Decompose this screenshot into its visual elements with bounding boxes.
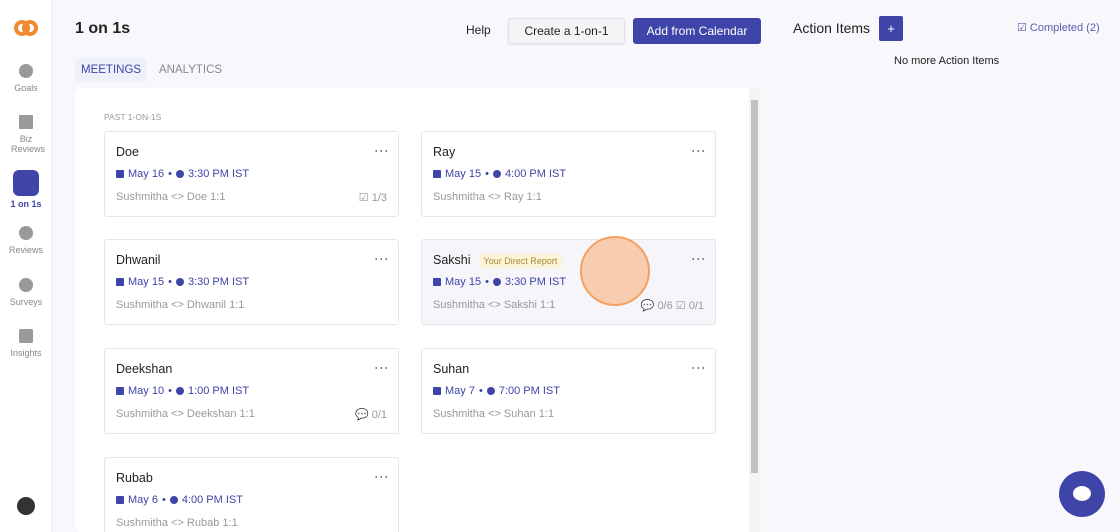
page-title: 1 on 1s xyxy=(75,20,131,37)
meeting-card[interactable]: Suhan ⋮ May 7 • 7:00 PM IST Sushmitha <> S… xyxy=(421,348,716,434)
calendar-icon xyxy=(116,278,124,286)
more-options-icon[interactable]: ⋮ xyxy=(691,144,707,158)
presentation-icon xyxy=(19,115,33,129)
scrollbar-thumb[interactable] xyxy=(751,100,758,473)
meeting-card[interactable]: Ray ⋮ May 15 • 4:00 PM IST Sushmitha <> Ra… xyxy=(421,131,716,217)
meeting-subtitle: Sushmitha <> Deekshan 1:1 xyxy=(116,408,255,420)
more-options-icon[interactable]: ⋮ xyxy=(374,144,390,158)
chat-widget-button[interactable] xyxy=(1059,471,1105,517)
sidebar: Goals Biz Reviews 1 on 1s Reviews Survey… xyxy=(0,0,52,532)
sidebar-item-insights[interactable]: Insights xyxy=(0,329,52,358)
meeting-datetime: May 15 • 4:00 PM IST xyxy=(433,168,566,180)
more-options-icon[interactable]: ⋮ xyxy=(374,470,390,484)
clock-icon xyxy=(492,170,501,178)
completed-link[interactable]: ☑ Completed (2) xyxy=(1017,21,1100,34)
create-1on1-button[interactable]: Create a 1-on-1 xyxy=(508,18,625,44)
sidebar-item-biz-reviews[interactable]: Biz Reviews xyxy=(0,115,52,154)
chat-bubbles-icon xyxy=(13,170,39,196)
direct-report-badge: Your Direct Report xyxy=(478,253,563,268)
bar-chart-icon xyxy=(19,329,33,343)
meeting-datetime: May 16 • 3:30 PM IST xyxy=(116,168,249,180)
meeting-datetime: May 6 • 4:00 PM IST xyxy=(116,494,243,506)
sidebar-item-reviews[interactable]: Reviews xyxy=(0,226,52,255)
meeting-name: Suhan xyxy=(433,362,470,376)
meeting-name: Sakshi Your Direct Report xyxy=(433,253,563,268)
meeting-card[interactable]: Deekshan ⋮ May 10 • 1:00 PM IST Sushmitha … xyxy=(104,348,399,434)
calendar-icon xyxy=(433,278,441,286)
help-link[interactable]: Help xyxy=(466,23,491,37)
scrollbar[interactable] xyxy=(749,88,760,532)
tab-analytics[interactable]: ANALYTICS xyxy=(153,58,228,82)
add-action-item-button[interactable]: + xyxy=(879,16,903,41)
meeting-counts: ☑ 1/3 xyxy=(358,192,387,204)
sidebar-item-surveys[interactable]: Surveys xyxy=(0,278,52,307)
meeting-name: Deekshan xyxy=(116,362,173,376)
meeting-card[interactable]: Rubab ⋮ May 6 • 4:00 PM IST Sushmitha <> R… xyxy=(104,457,399,532)
touch-indicator xyxy=(580,236,650,306)
section-label: PAST 1-ON-1S xyxy=(104,112,162,122)
tab-meetings[interactable]: MEETINGS xyxy=(75,58,148,82)
meeting-subtitle: Sushmitha <> Ray 1:1 xyxy=(433,191,542,203)
chat-icon xyxy=(1073,486,1091,501)
survey-bubble-icon xyxy=(19,278,33,292)
action-items-title: Action Items xyxy=(793,20,871,36)
meetings-panel: PAST 1-ON-1S Doe ⋮ May 16 • 3:30 PM IST Su… xyxy=(75,88,760,532)
meeting-subtitle: Sushmitha <> Suhan 1:1 xyxy=(433,408,555,420)
sidebar-item-1on1s[interactable]: 1 on 1s xyxy=(0,170,52,209)
clock-icon xyxy=(175,278,184,286)
meeting-subtitle: Sushmitha <> Dhwanil 1:1 xyxy=(116,299,245,311)
empty-state: No more Action Items xyxy=(894,55,1000,67)
more-options-icon[interactable]: ⋮ xyxy=(691,361,707,375)
more-options-icon[interactable]: ⋮ xyxy=(374,361,390,375)
clock-icon xyxy=(175,170,184,178)
clock-icon xyxy=(492,278,501,286)
clock-icon xyxy=(169,496,178,504)
clock-icon xyxy=(175,387,184,395)
calendar-icon xyxy=(116,387,124,395)
meeting-datetime: May 15 • 3:30 PM IST xyxy=(433,276,566,288)
calendar-icon xyxy=(116,170,124,178)
meeting-name: Rubab xyxy=(116,471,153,485)
more-options-icon[interactable]: ⋮ xyxy=(691,252,707,266)
meeting-datetime: May 10 • 1:00 PM IST xyxy=(116,385,249,397)
meeting-subtitle: Sushmitha <> Rubab 1:1 xyxy=(116,517,238,529)
meeting-name: Doe xyxy=(116,145,139,159)
sidebar-item-goals[interactable]: Goals xyxy=(0,64,52,93)
clock-icon xyxy=(486,387,495,395)
trophy-icon xyxy=(19,226,33,240)
calendar-icon xyxy=(433,387,441,395)
meeting-counts: 💬 0/1 xyxy=(354,409,387,421)
meeting-subtitle: Sushmitha <> Doe 1:1 xyxy=(116,191,226,203)
meeting-card[interactable]: Sakshi Your Direct Report ⋮ May 15 • 3:30 P… xyxy=(421,239,716,325)
meeting-counts: 💬 0/6 ☑ 0/1 xyxy=(640,300,704,312)
meeting-datetime: May 15 • 3:30 PM IST xyxy=(116,276,249,288)
add-from-calendar-button[interactable]: Add from Calendar xyxy=(633,18,761,44)
meeting-card[interactable]: Dhwanil ⋮ May 15 • 3:30 PM IST Sushmitha <… xyxy=(104,239,399,325)
avatar[interactable] xyxy=(17,497,35,515)
meeting-name: Ray xyxy=(433,145,456,159)
meeting-subtitle: Sushmitha <> Sakshi 1:1 xyxy=(433,299,556,311)
meeting-datetime: May 7 • 7:00 PM IST xyxy=(433,385,560,397)
more-options-icon[interactable]: ⋮ xyxy=(374,252,390,266)
meeting-card[interactable]: Doe ⋮ May 16 • 3:30 PM IST Sushmitha <> Do… xyxy=(104,131,399,217)
app-logo[interactable] xyxy=(14,18,38,40)
meeting-name: Dhwanil xyxy=(116,253,161,267)
target-icon xyxy=(19,64,33,78)
calendar-icon xyxy=(116,496,124,504)
calendar-icon xyxy=(433,170,441,178)
